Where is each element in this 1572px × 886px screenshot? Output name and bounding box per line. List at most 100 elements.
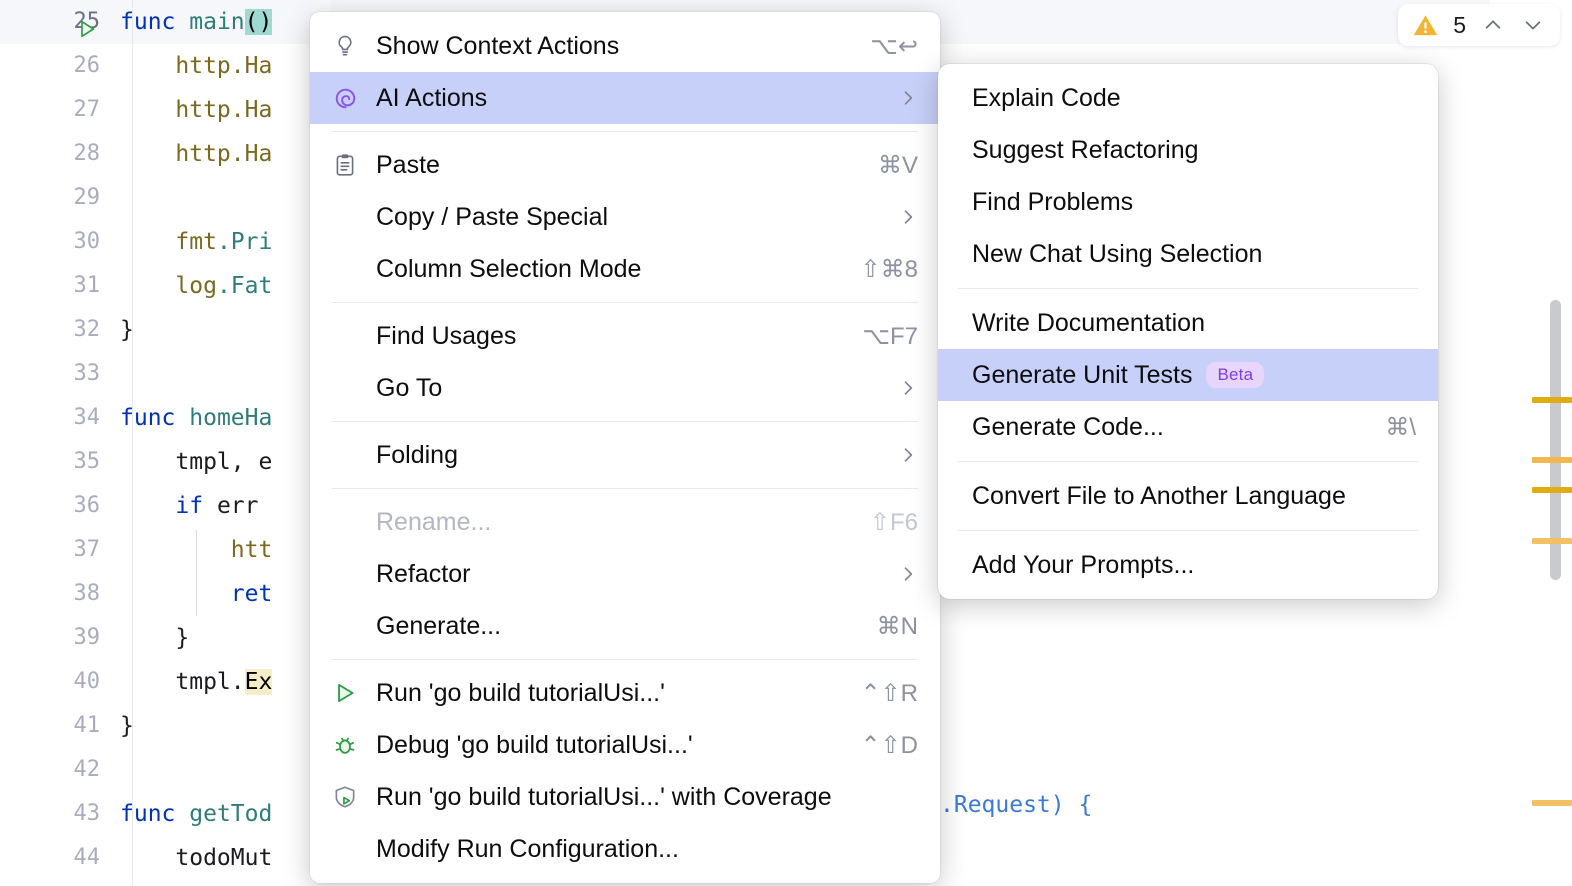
code-text: http.Ha: [112, 132, 272, 176]
coverage-shield-icon: [332, 784, 376, 810]
menu-separator: [332, 488, 918, 489]
menu-item-label: Run 'go build tutorialUsi...': [376, 679, 840, 708]
code-text: tmpl, e: [112, 440, 272, 484]
chevron-up-icon[interactable]: [1480, 12, 1506, 38]
beta-badge: Beta: [1206, 362, 1264, 388]
menu-item-ai-actions[interactable]: AI Actions: [310, 72, 940, 124]
ai-menu-item-suggest-refactoring[interactable]: Suggest Refactoring: [938, 124, 1438, 176]
menu-item-label: AI Actions: [376, 84, 878, 113]
menu-item-shortcut: ⌃⇧D: [840, 731, 918, 760]
menu-item-generate[interactable]: Generate...⌘N: [310, 600, 940, 652]
warning-triangle-icon: [1412, 12, 1439, 39]
ai-menu-item-label: Explain Code: [972, 84, 1121, 113]
menu-item-refactor[interactable]: Refactor: [310, 548, 940, 600]
code-text: todoMut: [112, 836, 272, 880]
line-number: 28: [0, 132, 112, 176]
menu-item-label: Run 'go build tutorialUsi...' with Cover…: [376, 783, 918, 812]
code-text: }: [112, 616, 189, 660]
chevron-down-icon[interactable]: [1520, 12, 1546, 38]
menu-item-label: Modify Run Configuration...: [332, 835, 918, 864]
ai-menu-item-write-documentation[interactable]: Write Documentation: [938, 297, 1438, 349]
editor-context-menu[interactable]: Show Context Actions⌥↩ AI Actions Paste⌘…: [310, 12, 940, 883]
chevron-right-icon: [878, 564, 918, 584]
warning-marker[interactable]: [1532, 457, 1572, 463]
ai-menu-item-label: Suggest Refactoring: [972, 136, 1199, 165]
menu-item-folding[interactable]: Folding: [310, 429, 940, 481]
submenu-separator: [958, 461, 1418, 462]
ai-menu-item-label: Convert File to Another Language: [972, 482, 1346, 511]
warning-marker[interactable]: [1532, 397, 1572, 403]
menu-item-show-context-actions[interactable]: Show Context Actions⌥↩: [310, 20, 940, 72]
ai-menu-item-find-problems[interactable]: Find Problems: [938, 176, 1438, 228]
menu-item-debug-go-build[interactable]: Debug 'go build tutorialUsi...'⌃⇧D: [310, 719, 940, 771]
warning-marker[interactable]: [1532, 800, 1572, 806]
menu-item-shortcut: ⇧F6: [850, 508, 918, 537]
submenu-separator: [958, 288, 1418, 289]
ai-menu-item-generate-unit-tests[interactable]: Generate Unit Tests Beta: [938, 349, 1438, 401]
ai-menu-item-label: Add Your Prompts...: [972, 551, 1194, 580]
line-number: 27: [0, 88, 112, 132]
menu-item-label: Paste: [376, 151, 858, 180]
inspection-widget[interactable]: 5: [1398, 4, 1560, 46]
clipboard-icon: [332, 152, 376, 178]
chevron-right-icon: [878, 207, 918, 227]
menu-item-label: Generate...: [332, 612, 857, 641]
code-text: tmpl.Ex: [112, 660, 272, 704]
chevron-right-icon: [878, 378, 918, 398]
line-number: 33: [0, 352, 112, 396]
menu-separator: [332, 302, 918, 303]
ai-menu-item-new-chat-using-selection[interactable]: New Chat Using Selection: [938, 228, 1438, 280]
submenu-separator: [958, 530, 1418, 531]
warning-marker[interactable]: [1532, 487, 1572, 493]
ai-spiral-icon: [332, 85, 376, 112]
menu-item-label: Debug 'go build tutorialUsi...': [376, 731, 840, 760]
ide-editor-screen: 25func main()26 http.Ha27 http.Ha28 http…: [0, 0, 1572, 886]
line-number: 36: [0, 484, 112, 528]
code-text: http.Ha: [112, 44, 272, 88]
line-number: 26: [0, 44, 112, 88]
menu-item-run-with-coverage[interactable]: Run 'go build tutorialUsi...' with Cover…: [310, 771, 940, 823]
code-text: func main(): [112, 0, 272, 44]
menu-item-label: Column Selection Mode: [332, 255, 841, 284]
code-text: func homeHa: [112, 396, 272, 440]
menu-item-label: Copy / Paste Special: [332, 203, 878, 232]
menu-item-go-to[interactable]: Go To: [310, 362, 940, 414]
ai-menu-item-label: Find Problems: [972, 188, 1133, 217]
warning-marker[interactable]: [1532, 538, 1572, 544]
menu-item-column-selection-mode[interactable]: Column Selection Mode⇧⌘8: [310, 243, 940, 295]
ai-menu-item-generate-code[interactable]: Generate Code...⌘\: [938, 401, 1438, 453]
menu-item-run-go-build[interactable]: Run 'go build tutorialUsi...'⌃⇧R: [310, 667, 940, 719]
line-number: 32: [0, 308, 112, 352]
menu-item-shortcut: ⌃⇧R: [840, 679, 918, 708]
menu-item-label: Rename...: [332, 508, 850, 537]
ai-actions-submenu[interactable]: Explain Code Suggest Refactoring Find Prob…: [938, 64, 1438, 599]
line-number: 29: [0, 176, 112, 220]
menu-item-label: Refactor: [332, 560, 878, 589]
line-number: 37: [0, 528, 112, 572]
ai-menu-item-add-your-prompts[interactable]: Add Your Prompts...: [938, 539, 1438, 591]
menu-item-shortcut: ⌘V: [858, 151, 918, 180]
menu-item-find-usages[interactable]: Find Usages⌥F7: [310, 310, 940, 362]
menu-item-copy-paste-special[interactable]: Copy / Paste Special: [310, 191, 940, 243]
line-number: 41: [0, 704, 112, 748]
ai-menu-item-label: Generate Unit Tests: [972, 361, 1192, 390]
code-text: htt: [112, 528, 272, 572]
gutter-run-icon[interactable]: [76, 11, 98, 33]
ai-menu-item-label: New Chat Using Selection: [972, 240, 1262, 269]
menu-separator: [332, 659, 918, 660]
menu-item-modify-run-configuration[interactable]: Modify Run Configuration...: [310, 823, 940, 875]
code-text: }: [112, 308, 134, 352]
menu-item-shortcut: ⌥F7: [842, 322, 918, 351]
run-play-icon: [332, 680, 376, 706]
ai-menu-item-label: Write Documentation: [972, 309, 1205, 338]
ai-menu-item-explain-code[interactable]: Explain Code: [938, 72, 1438, 124]
ai-menu-item-convert-file-to-another-language[interactable]: Convert File to Another Language: [938, 470, 1438, 522]
menu-item-paste[interactable]: Paste⌘V: [310, 139, 940, 191]
menu-item-label: Folding: [332, 441, 878, 470]
debug-bug-icon: [332, 732, 376, 758]
editor-scrollbar[interactable]: [1546, 0, 1566, 886]
menu-item-shortcut: ⌘N: [857, 612, 918, 641]
code-text: log.Fat: [112, 264, 272, 308]
code-text: }: [112, 704, 134, 748]
line-number: 43: [0, 792, 112, 836]
